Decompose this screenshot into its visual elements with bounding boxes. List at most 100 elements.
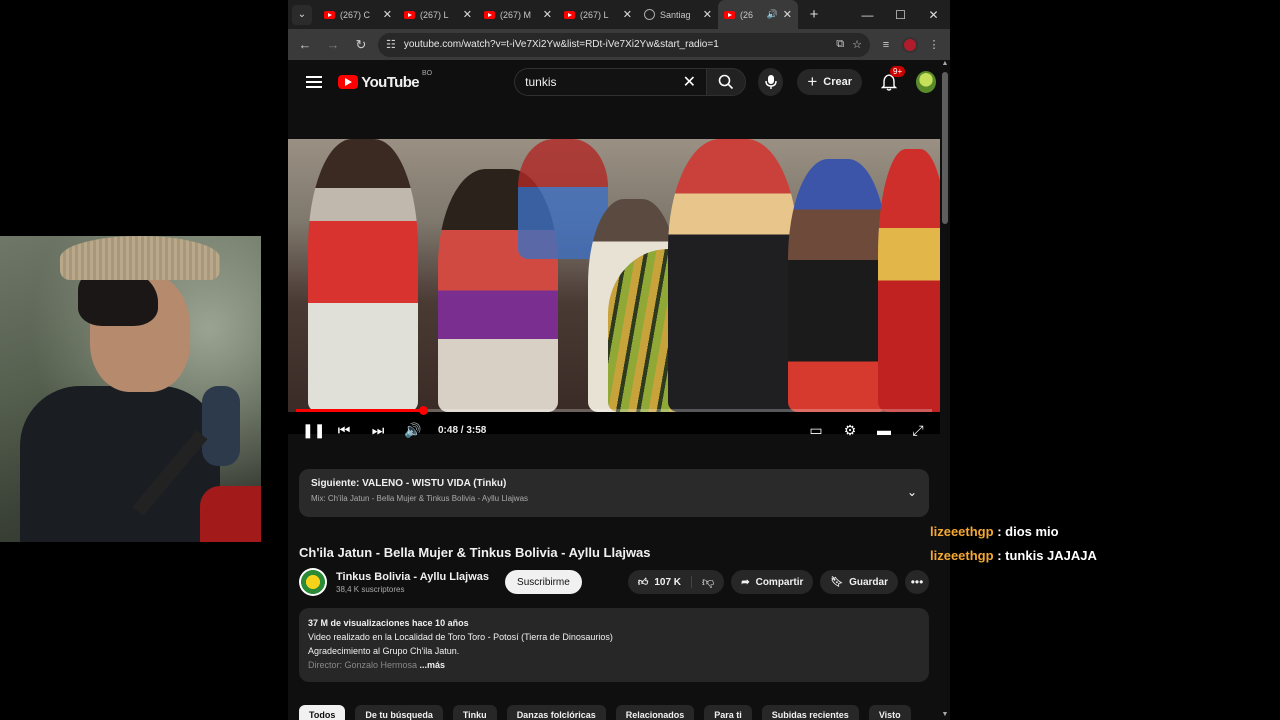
- video-frame[interactable]: [288, 139, 940, 412]
- search-button[interactable]: [706, 68, 747, 96]
- subtitles-icon[interactable]: ▭: [808, 422, 824, 439]
- share-button[interactable]: ➦ Compartir: [731, 570, 814, 594]
- search-icon: [718, 74, 734, 90]
- tab-search-dropdown[interactable]: ⌄: [292, 4, 312, 25]
- bookmark-icon: 🔖︎: [830, 576, 844, 588]
- youtube-header: YouTube BO tunkis ✕ + Crear 9+: [288, 60, 950, 104]
- page-viewport: YouTube BO tunkis ✕ + Crear 9+ ❚❚ ⏮ ⏭ 🔊 …: [288, 60, 950, 720]
- chip-tinku[interactable]: Tinku: [452, 705, 497, 720]
- account-avatar[interactable]: [916, 71, 936, 93]
- scrubber-handle[interactable]: [419, 406, 429, 415]
- tab-title: (267) M: [500, 9, 532, 20]
- chip-for-you[interactable]: Para ti: [704, 705, 752, 720]
- browser-tab[interactable]: (267) M ✕: [478, 0, 558, 29]
- progress-fill: [296, 409, 424, 412]
- chevron-down-icon[interactable]: ⌄: [907, 485, 917, 499]
- chip-watched[interactable]: Visto: [868, 705, 911, 720]
- next-icon[interactable]: ⏭: [370, 422, 386, 439]
- youtube-logo[interactable]: YouTube BO: [338, 70, 432, 91]
- profile-avatar[interactable]: [902, 36, 918, 53]
- previous-icon[interactable]: ⏮: [336, 422, 352, 439]
- tab-title: (26: [740, 9, 754, 20]
- video-player[interactable]: ❚❚ ⏮ ⏭ 🔊 0:48 / 3:58 ▭ ⚙ ▬ ⤢: [288, 139, 940, 438]
- scroll-up-icon[interactable]: ▲: [940, 60, 950, 67]
- url-text[interactable]: youtube.com/watch?v=t-iVe7Xi2Yw&list=RDt…: [404, 39, 828, 50]
- pause-icon[interactable]: ❚❚: [302, 422, 325, 439]
- channel-info: Tinkus Bolivia - Ayllu Llajwas 38,4 K su…: [336, 571, 489, 594]
- bookmark-star-icon[interactable]: ☆: [852, 38, 862, 51]
- like-button[interactable]: 👍︎ 107 K: [628, 576, 693, 588]
- webcam-feed: [0, 236, 261, 542]
- fullscreen-icon[interactable]: ⤢: [910, 422, 926, 439]
- close-tab-icon[interactable]: ✕: [703, 8, 712, 21]
- theater-mode-icon[interactable]: ▬: [876, 422, 892, 438]
- chat-message: lizeeethgp : tunkis JAJAJA: [930, 548, 1097, 563]
- media-control-icon[interactable]: ≡: [876, 39, 896, 51]
- new-tab-button[interactable]: +: [802, 6, 826, 23]
- chip-folk-dances[interactable]: Danzas folclóricas: [506, 705, 606, 720]
- stream-stage: ⌄ (267) C ✕ (267) L ✕ (267) M ✕ (267) L …: [0, 0, 1280, 720]
- chip-all[interactable]: Todos: [299, 705, 346, 720]
- chip-from-search[interactable]: De tu búsqueda: [355, 705, 443, 720]
- minimize-icon[interactable]: —: [851, 8, 884, 22]
- description-box[interactable]: 37 M de visualizaciones hace 10 años Vid…: [299, 608, 929, 682]
- progress-bar[interactable]: [296, 406, 932, 415]
- notifications-button[interactable]: 9+: [880, 66, 906, 92]
- forward-icon[interactable]: →: [322, 37, 344, 52]
- search-query[interactable]: tunkis: [525, 75, 683, 89]
- close-tab-icon[interactable]: ✕: [543, 8, 552, 21]
- more-actions-button[interactable]: •••: [905, 570, 929, 594]
- up-next-panel[interactable]: Siguiente: VALENO - WISTU VIDA (Tinku) M…: [299, 469, 929, 517]
- chip-recent[interactable]: Subidas recientes: [761, 705, 859, 720]
- logo-wordmark: YouTube: [361, 73, 420, 91]
- thumbs-down-icon: 👎︎: [702, 574, 715, 589]
- page-scrollbar[interactable]: ▲ ▼: [940, 60, 950, 720]
- close-tab-icon[interactable]: ✕: [383, 8, 392, 21]
- close-tab-icon[interactable]: ✕: [783, 8, 792, 21]
- create-label: Crear: [823, 76, 853, 88]
- thumbs-up-icon: 👍︎: [637, 577, 649, 588]
- time-display: 0:48 / 3:58: [438, 424, 487, 436]
- show-more-link[interactable]: ...más: [417, 660, 446, 670]
- close-window-icon[interactable]: ✕: [917, 8, 950, 22]
- clear-search-icon[interactable]: ✕: [683, 72, 696, 92]
- microphone-icon: [764, 75, 777, 89]
- menu-kebab-icon[interactable]: ⋮: [924, 38, 944, 51]
- chip-related[interactable]: Relacionados: [615, 705, 695, 720]
- player-controls: ❚❚ ⏮ ⏭ 🔊 0:48 / 3:58 ▭ ⚙ ▬ ⤢: [288, 415, 940, 445]
- description-line: Agradecimiento al Grupo Ch'ila Jatun.: [308, 646, 460, 656]
- browser-tab[interactable]: (267) L ✕: [398, 0, 478, 29]
- back-icon[interactable]: ←: [294, 37, 316, 52]
- channel-name[interactable]: Tinkus Bolivia - Ayllu Llajwas: [336, 571, 489, 583]
- speaker-icon[interactable]: 🔊: [767, 9, 778, 20]
- browser-tab[interactable]: (267) L ✕: [558, 0, 638, 29]
- maximize-icon[interactable]: ☐: [884, 8, 917, 22]
- hamburger-menu-icon[interactable]: [306, 76, 323, 88]
- site-settings-icon[interactable]: ☷: [386, 38, 396, 51]
- youtube-favicon-icon: [724, 10, 735, 19]
- install-app-icon[interactable]: ⧉: [836, 38, 844, 51]
- tab-strip: ⌄ (267) C ✕ (267) L ✕ (267) M ✕ (267) L …: [288, 0, 950, 29]
- channel-avatar[interactable]: [299, 568, 327, 596]
- reload-icon[interactable]: ↻: [350, 37, 372, 53]
- browser-tab[interactable]: Santiag ✕: [638, 0, 718, 29]
- dislike-button[interactable]: 👎︎: [692, 575, 724, 590]
- volume-icon[interactable]: 🔊: [404, 422, 421, 439]
- scrollbar-thumb[interactable]: [942, 72, 948, 224]
- address-bar[interactable]: ☷ youtube.com/watch?v=t-iVe7Xi2Yw&list=R…: [378, 32, 870, 57]
- subscribe-button[interactable]: Suscribirme: [505, 570, 582, 594]
- youtube-play-icon: [338, 75, 359, 89]
- browser-tab[interactable]: (267) C ✕: [318, 0, 398, 29]
- save-button[interactable]: 🔖︎ Guardar: [820, 570, 898, 594]
- voice-search-button[interactable]: [758, 68, 784, 96]
- scroll-down-icon[interactable]: ▼: [940, 711, 950, 718]
- close-tab-icon[interactable]: ✕: [463, 8, 472, 21]
- share-label: Compartir: [755, 576, 804, 588]
- create-button[interactable]: + Crear: [797, 69, 863, 95]
- browser-tab-active[interactable]: (26 🔊 ✕: [718, 0, 798, 29]
- search-input[interactable]: tunkis ✕: [514, 68, 707, 96]
- plus-icon: +: [807, 72, 818, 91]
- close-tab-icon[interactable]: ✕: [623, 8, 632, 21]
- chat-message: lizeeethgp : dios mio: [930, 524, 1059, 539]
- settings-gear-icon[interactable]: ⚙: [842, 422, 858, 439]
